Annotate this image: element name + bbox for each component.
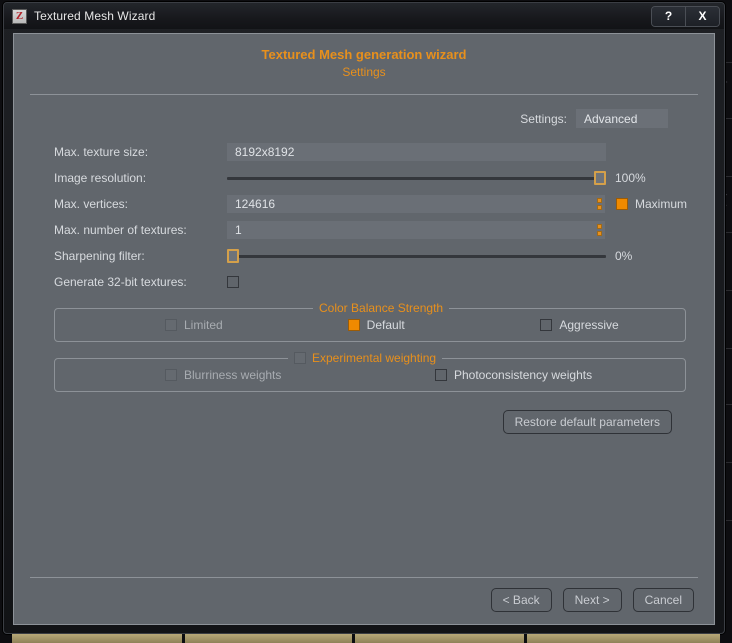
experimental-weighting-label: Experimental weighting [312, 351, 437, 365]
restore-default-parameters-button[interactable]: Restore default parameters [502, 410, 672, 434]
row-max-number-of-textures: Max. number of textures: 1 [54, 218, 702, 242]
limited-label: Limited [184, 318, 223, 332]
stepper-up-icon[interactable] [596, 198, 602, 203]
stepper-down-icon[interactable] [596, 205, 602, 210]
app-logo-icon: Z [12, 8, 27, 24]
max-texture-size-label: Max. texture size: [54, 145, 149, 159]
maximum-vertices-label: Maximum [635, 197, 688, 211]
slider-handle[interactable] [594, 171, 606, 185]
photoconsistency-weights-checkbox[interactable] [435, 369, 447, 381]
row-generate-32bit-textures: Generate 32-bit textures: [54, 270, 702, 294]
experimental-weighting-title[interactable]: Experimental weighting [288, 351, 443, 365]
generate-32bit-checkbox[interactable] [227, 276, 239, 288]
max-textures-stepper[interactable] [594, 221, 605, 239]
max-texture-size-input[interactable]: 8192x8192 [227, 143, 606, 161]
page-subtitle: Settings [342, 65, 386, 79]
page-title: Textured Mesh generation wizard [261, 47, 467, 62]
window-titlebar[interactable]: Z Textured Mesh Wizard ? X [4, 3, 724, 29]
color-balance-title: Color Balance Strength [313, 301, 450, 315]
footer-divider [30, 577, 698, 578]
maximum-vertices-checkbox-item[interactable]: Maximum [616, 197, 687, 211]
blurriness-weights-checkbox[interactable] [165, 369, 177, 381]
slider-handle[interactable] [227, 249, 239, 263]
experimental-weighting-checkbox[interactable] [294, 352, 306, 364]
sharpening-filter-slider[interactable] [227, 247, 606, 265]
row-image-resolution: Image resolution: 100% [54, 166, 702, 190]
window-title: Textured Mesh Wizard [34, 9, 156, 23]
experimental-weighting-options: Blurriness weights Photoconsistency weig… [55, 368, 685, 382]
settings-preset-row: Settings: Advanced [14, 109, 668, 128]
help-button[interactable]: ? [652, 6, 685, 26]
color-balance-option-limited[interactable]: Limited [65, 318, 300, 332]
max-vertices-input[interactable]: 124616 [227, 195, 594, 213]
max-textures-label: Max. number of textures: [54, 223, 187, 237]
sharpening-filter-value: 0% [615, 249, 633, 263]
experimental-option-blurriness[interactable]: Blurriness weights [65, 368, 405, 382]
taskbar-strip [12, 634, 720, 643]
limited-checkbox[interactable] [165, 319, 177, 331]
color-balance-option-aggressive[interactable]: Aggressive [482, 318, 675, 332]
stepper-down-icon[interactable] [596, 231, 602, 236]
cancel-button[interactable]: Cancel [632, 588, 694, 612]
color-balance-options: Limited Default Aggressive [55, 318, 685, 332]
color-balance-groupbox: Color Balance Strength Limited Default A… [54, 301, 686, 342]
image-resolution-value: 100% [615, 171, 646, 185]
max-textures-input[interactable]: 1 [227, 221, 594, 239]
row-sharpening-filter: Sharpening filter: 0% [54, 244, 702, 268]
slider-track [227, 176, 606, 180]
textured-mesh-wizard-window: Z Textured Mesh Wizard ? X Textured Mesh… [3, 2, 725, 634]
back-button[interactable]: < Back [490, 588, 552, 612]
maximum-vertices-checkbox[interactable] [616, 198, 628, 210]
blurriness-weights-label: Blurriness weights [184, 368, 282, 382]
default-checkbox[interactable] [347, 319, 360, 331]
wizard-navigation: < Back Next > Cancel [490, 588, 694, 612]
max-vertices-label: Max. vertices: [54, 197, 129, 211]
stepper-up-icon[interactable] [596, 224, 602, 229]
photoconsistency-weights-label: Photoconsistency weights [454, 368, 593, 382]
next-button[interactable]: Next > [562, 588, 622, 612]
max-vertices-stepper[interactable] [594, 195, 605, 213]
aggressive-checkbox[interactable] [540, 319, 553, 331]
restore-defaults-row: Restore default parameters [14, 410, 672, 434]
settings-preset-label: Settings: [520, 111, 567, 126]
default-label: Default [366, 318, 405, 332]
close-button[interactable]: X [685, 6, 719, 26]
row-max-texture-size: Max. texture size: 8192x8192 [54, 140, 702, 164]
sharpening-filter-label: Sharpening filter: [54, 249, 145, 263]
aggressive-label: Aggressive [559, 318, 619, 332]
image-resolution-slider[interactable] [227, 169, 606, 187]
experimental-weighting-groupbox: Experimental weighting Blurriness weight… [54, 351, 686, 392]
window-controls: ? X [651, 5, 720, 27]
row-max-vertices: Max. vertices: 124616 Maximum [54, 192, 702, 216]
header-divider [30, 94, 698, 95]
experimental-option-photoconsistency[interactable]: Photoconsistency weights [405, 368, 675, 382]
settings-preset-combo[interactable]: Advanced [576, 109, 668, 128]
image-resolution-label: Image resolution: [54, 171, 147, 185]
color-balance-option-default[interactable]: Default [300, 318, 483, 332]
generate-32bit-label: Generate 32-bit textures: [54, 275, 187, 289]
slider-track [227, 254, 606, 258]
settings-form: Max. texture size: 8192x8192 Image resol… [54, 140, 702, 294]
wizard-page: Textured Mesh generation wizard Settings… [13, 33, 715, 625]
page-heading: Textured Mesh generation wizard Settings [14, 34, 714, 79]
